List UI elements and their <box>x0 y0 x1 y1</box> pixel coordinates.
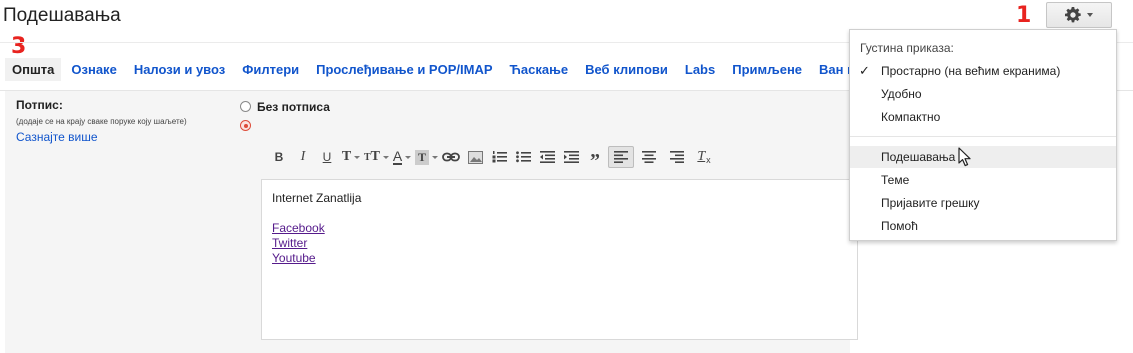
tab-chat[interactable]: Ћаскање <box>503 58 576 81</box>
chevron-down-icon <box>1087 13 1093 17</box>
signature-editor[interactable]: Internet Zanatlija Facebook Twitter Yout… <box>261 179 858 340</box>
text-color-icon[interactable]: A <box>391 146 413 168</box>
tab-web-clips[interactable]: Веб клипови <box>578 58 675 81</box>
bold-icon[interactable]: B <box>268 146 290 168</box>
gear-icon <box>1065 7 1081 23</box>
signature-hint: (додаје се на крају сваке поруке коју ша… <box>16 117 187 126</box>
align-center-icon[interactable] <box>636 146 662 168</box>
menu-item-density-compact[interactable]: Компактно <box>850 106 1116 128</box>
mouse-pointer-icon <box>958 147 971 167</box>
menu-item-label: Простарно (на већим екранима) <box>881 64 1061 78</box>
align-left-icon[interactable] <box>608 146 635 168</box>
menu-item-report-bug[interactable]: Пријавите грешку <box>850 192 1116 214</box>
no-signature-label: Без потписа <box>257 100 330 114</box>
density-header: Густина приказа: <box>860 41 954 55</box>
menu-item-help[interactable]: Помоћ <box>850 215 1116 237</box>
menu-item-label: Пријавите грешку <box>881 196 980 210</box>
tab-labs[interactable]: Labs <box>678 58 722 81</box>
tab-general[interactable]: Општа <box>5 57 62 81</box>
page-title: Подешавања <box>3 5 121 26</box>
bulleted-list-icon[interactable] <box>512 146 534 168</box>
tab-filters[interactable]: Филтери <box>235 58 306 81</box>
signature-format-toolbar: B I U T TT A T ” Tx <box>268 145 718 171</box>
settings-gear-button[interactable] <box>1046 2 1112 28</box>
tab-labels[interactable]: Ознаке <box>64 58 123 81</box>
indent-more-icon[interactable] <box>560 146 582 168</box>
checkmark-icon: ✓ <box>859 63 870 78</box>
image-icon[interactable] <box>464 146 486 168</box>
menu-item-settings[interactable]: Подешавања <box>850 146 1116 168</box>
learn-more-link[interactable]: Сазнајте више <box>16 130 98 144</box>
menu-item-themes[interactable]: Теме <box>850 169 1116 191</box>
signature-link-twitter[interactable]: Twitter <box>272 236 307 250</box>
tab-accounts-import[interactable]: Налози и увоз <box>127 58 232 81</box>
italic-icon[interactable]: I <box>292 146 314 168</box>
no-signature-radio[interactable] <box>240 101 251 112</box>
link-icon[interactable] <box>440 146 462 168</box>
settings-tabs: Општа Ознаке Налози и увоз Филтери Просл… <box>5 57 875 81</box>
menu-item-label: Подешавања <box>881 150 956 164</box>
custom-signature-radio[interactable] <box>240 120 251 131</box>
highlight-color-icon[interactable]: T <box>415 146 439 168</box>
font-icon[interactable]: T <box>340 146 362 168</box>
signature-label: Потпис: <box>16 98 63 112</box>
remove-formatting-icon[interactable]: Tx <box>692 146 716 168</box>
annotation-marker-1: 1 <box>1016 3 1032 28</box>
menu-item-label: Теме <box>881 173 910 187</box>
tab-inbox[interactable]: Примљене <box>725 58 809 81</box>
settings-dropdown-menu: Густина приказа: ✓ Простарно (на већим е… <box>849 29 1117 241</box>
signature-text-line: Internet Zanatlija <box>272 191 362 205</box>
signature-link-facebook[interactable]: Facebook <box>272 221 325 235</box>
tab-forwarding-pop-imap[interactable]: Прослеђивање и POP/IMAP <box>309 58 499 81</box>
menu-divider <box>850 136 1116 137</box>
numbered-list-icon[interactable] <box>488 146 510 168</box>
menu-item-label: Удобно <box>881 87 922 101</box>
underline-icon[interactable]: U <box>316 146 338 168</box>
menu-item-label: Компактно <box>881 110 941 124</box>
signature-link-youtube[interactable]: Youtube <box>272 251 316 265</box>
annotation-marker-3: 3 <box>11 34 27 59</box>
font-size-icon[interactable]: TT <box>364 146 390 168</box>
menu-item-label: Помоћ <box>881 219 918 233</box>
quote-icon[interactable]: ” <box>584 146 606 171</box>
align-right-icon[interactable] <box>664 146 690 168</box>
indent-less-icon[interactable] <box>536 146 558 168</box>
menu-item-density-spacious[interactable]: ✓ Простарно (на већим екранима) <box>850 60 1116 82</box>
menu-item-density-comfortable[interactable]: Удобно <box>850 83 1116 105</box>
